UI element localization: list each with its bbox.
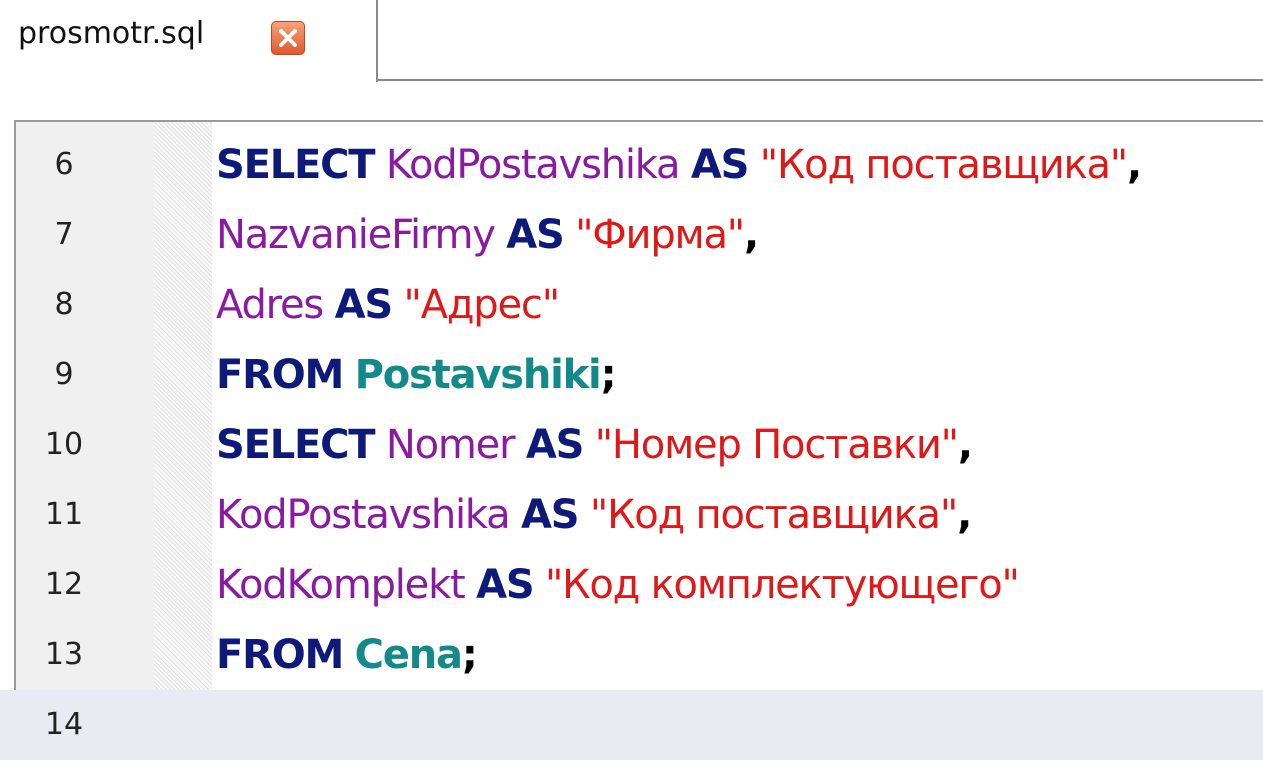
code-line[interactable]: 13 FROM Cena; — [0, 620, 1263, 690]
code-text: SELECT KodPostavshika AS "Код поставщика… — [216, 130, 1142, 200]
token-punctuation: ; — [600, 352, 617, 398]
token-punctuation: , — [957, 492, 972, 538]
token-string: "Код поставщика" — [759, 142, 1128, 188]
line-number: 13 — [44, 637, 84, 672]
token-identifier: NazvanieFirmy — [216, 212, 496, 258]
token-keyword: AS — [506, 212, 565, 258]
tab-bar-baseline — [378, 79, 1263, 81]
token-string: "Номер Поставки" — [594, 422, 959, 468]
code-text: NazvanieFirmy AS "Фирма", — [216, 200, 759, 270]
line-number: 14 — [44, 707, 84, 742]
token-keyword: AS — [525, 422, 585, 468]
code-text: KodPostavshika AS "Код поставщика", — [216, 480, 972, 550]
token-string: "Код поставщика" — [589, 492, 958, 538]
token-identifier: KodPostavshika — [216, 492, 511, 538]
token-keyword: AS — [476, 562, 535, 608]
code-line[interactable]: 10 SELECT Nomer AS "Номер Поставки", — [0, 410, 1263, 480]
tab-prosmotr-sql[interactable]: prosmotr.sql — [0, 0, 378, 82]
code-text: FROM Cena; — [216, 620, 478, 690]
token-keyword: SELECT — [216, 142, 376, 188]
token-keyword: AS — [520, 492, 580, 538]
code-text: FROM Postavshiki; — [216, 340, 617, 410]
code-text: Adres AS "Адрес" — [216, 270, 560, 340]
tab-label: prosmotr.sql — [18, 16, 205, 51]
token-table-name: Postavshiki — [354, 352, 602, 398]
token-identifier: KodPostavshika — [385, 142, 681, 188]
close-icon[interactable] — [271, 21, 305, 55]
token-punctuation: , — [957, 422, 973, 468]
token-keyword: AS — [690, 142, 750, 188]
code-editor[interactable]: 6 SELECT KodPostavshika AS "Код поставщик… — [0, 120, 1263, 760]
editor-top-border — [14, 120, 1263, 122]
token-punctuation: , — [744, 212, 759, 258]
code-line[interactable]: 6 SELECT KodPostavshika AS "Код поставщик… — [0, 130, 1263, 200]
code-line[interactable]: 8 Adres AS "Адрес" — [0, 270, 1263, 340]
token-keyword: SELECT — [216, 422, 376, 468]
line-number: 7 — [54, 217, 74, 252]
line-number: 8 — [54, 287, 74, 322]
token-identifier: Nomer — [385, 422, 516, 468]
tab-bar: prosmotr.sql — [0, 0, 1263, 82]
token-identifier: KodKomplekt — [216, 562, 466, 608]
line-number: 11 — [44, 497, 84, 532]
token-keyword: FROM — [216, 352, 344, 398]
line-number: 10 — [44, 427, 84, 462]
token-string: "Адрес" — [403, 282, 560, 328]
code-text: KodKomplekt AS "Код комплектующего" — [216, 550, 1020, 620]
tab-divider — [376, 0, 378, 82]
token-table-name: Cena — [354, 632, 463, 678]
code-line[interactable]: 12 KodKomplekt AS "Код комплектующего" — [0, 550, 1263, 620]
token-punctuation: , — [1126, 142, 1142, 188]
code-line[interactable]: 7 NazvanieFirmy AS "Фирма", — [0, 200, 1263, 270]
line-number: 12 — [44, 567, 84, 602]
current-code-line[interactable]: 14 — [0, 690, 1263, 760]
token-string: "Код комплектующего" — [544, 562, 1020, 608]
token-string: "Фирма" — [575, 212, 745, 258]
line-number: 9 — [54, 357, 74, 392]
token-identifier: Adres — [216, 282, 324, 328]
code-text: SELECT Nomer AS "Номер Поставки", — [216, 410, 973, 480]
token-keyword: AS — [334, 282, 394, 328]
code-line[interactable]: 11 KodPostavshika AS "Код поставщика", — [0, 480, 1263, 550]
line-number: 6 — [54, 147, 74, 182]
token-keyword: FROM — [216, 632, 344, 678]
code-line[interactable]: 9 FROM Postavshiki; — [0, 340, 1263, 410]
token-punctuation: ; — [461, 632, 478, 678]
